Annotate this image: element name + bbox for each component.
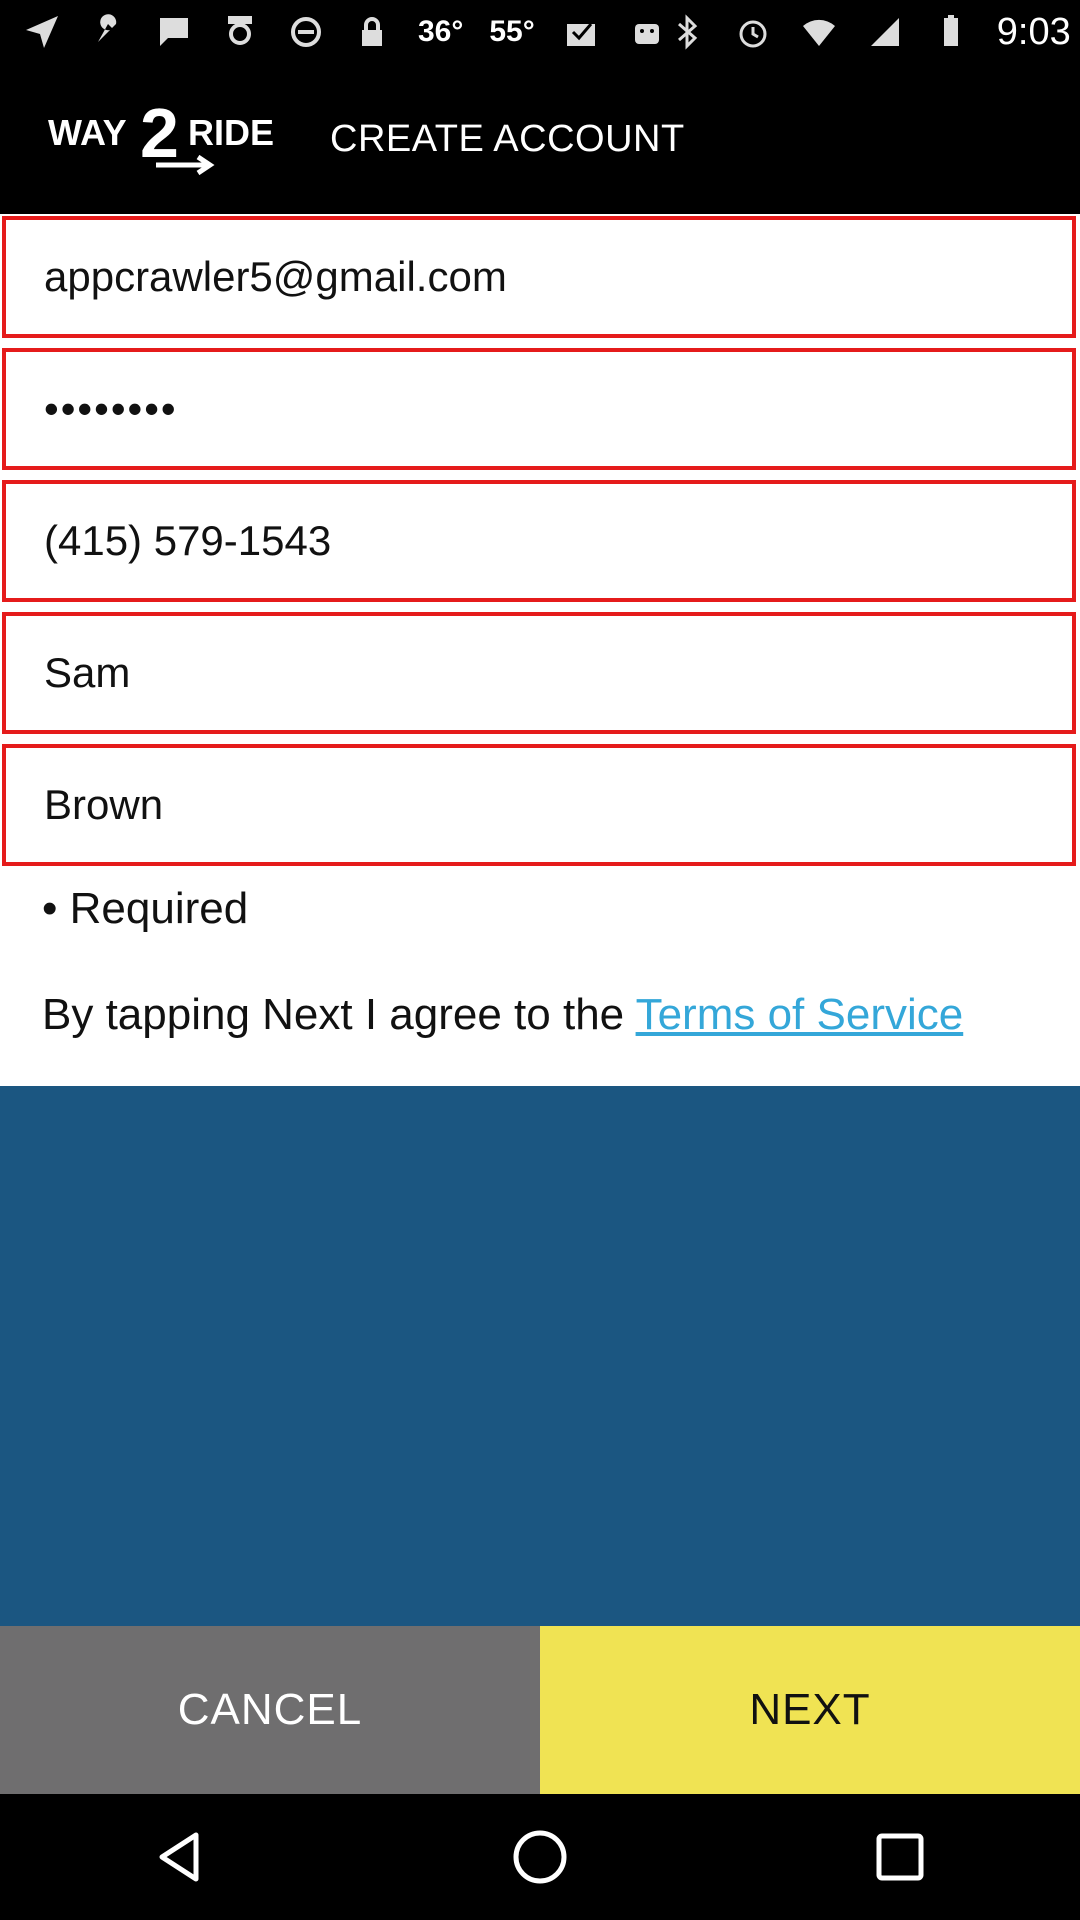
last-name-field-container [2, 744, 1076, 866]
way2ride-logo: WAY 2 RIDE [48, 94, 300, 179]
alarm-icon [733, 12, 773, 52]
password-field-container [2, 348, 1076, 470]
chat-icon [154, 12, 194, 52]
page-title: CREATE ACCOUNT [330, 117, 685, 160]
home-icon[interactable] [490, 1807, 590, 1907]
terms-agreement: By tapping Next I agree to the Terms of … [42, 990, 963, 1040]
temperature-1: 36° [418, 15, 464, 48]
password-field[interactable] [44, 385, 1024, 433]
battery-icon [931, 12, 971, 52]
next-button[interactable]: NEXT [540, 1626, 1080, 1794]
navigation-icon [22, 12, 62, 52]
inbox-icon [561, 12, 601, 52]
logo-text-left: WAY [48, 112, 127, 153]
back-icon[interactable] [130, 1807, 230, 1907]
first-name-field-container [2, 612, 1076, 734]
cancel-button[interactable]: CANCEL [0, 1626, 540, 1794]
last-name-field[interactable] [44, 781, 1024, 829]
wrench-icon [88, 12, 128, 52]
recents-icon[interactable] [850, 1807, 950, 1907]
logo-text-right: RIDE [188, 112, 274, 153]
email-field-container [2, 216, 1076, 338]
temperature-2: 55° [489, 15, 535, 48]
system-nav-bar [0, 1794, 1080, 1920]
lock-icon [352, 12, 392, 52]
terms-of-service-link[interactable]: Terms of Service [636, 990, 964, 1039]
status-bar: 36° 55° 9:03 [0, 0, 1080, 64]
logo-text-num: 2 [140, 99, 179, 172]
phone-field-container [2, 480, 1076, 602]
bluetooth-icon [667, 12, 707, 52]
status-right-icons: 9:03 [667, 11, 1071, 54]
clock: 9:03 [996, 10, 1071, 53]
blue-background-area [0, 1086, 1080, 1626]
first-name-field[interactable] [44, 649, 1024, 697]
required-note: • Required [42, 884, 249, 933]
phone-field[interactable] [44, 517, 1024, 565]
email-field[interactable] [44, 253, 1024, 301]
create-account-form: • Required By tapping Next I agree to th… [0, 214, 1080, 1086]
wifi-icon [799, 12, 839, 52]
fake-gps-icon [220, 12, 260, 52]
block-icon [286, 12, 326, 52]
android-icon [627, 12, 667, 52]
status-left-icons: 36° 55° [22, 12, 667, 52]
terms-prefix: By tapping Next I agree to the [42, 990, 636, 1039]
app-header: WAY 2 RIDE CREATE ACCOUNT [0, 64, 1080, 214]
signal-icon [865, 12, 905, 52]
